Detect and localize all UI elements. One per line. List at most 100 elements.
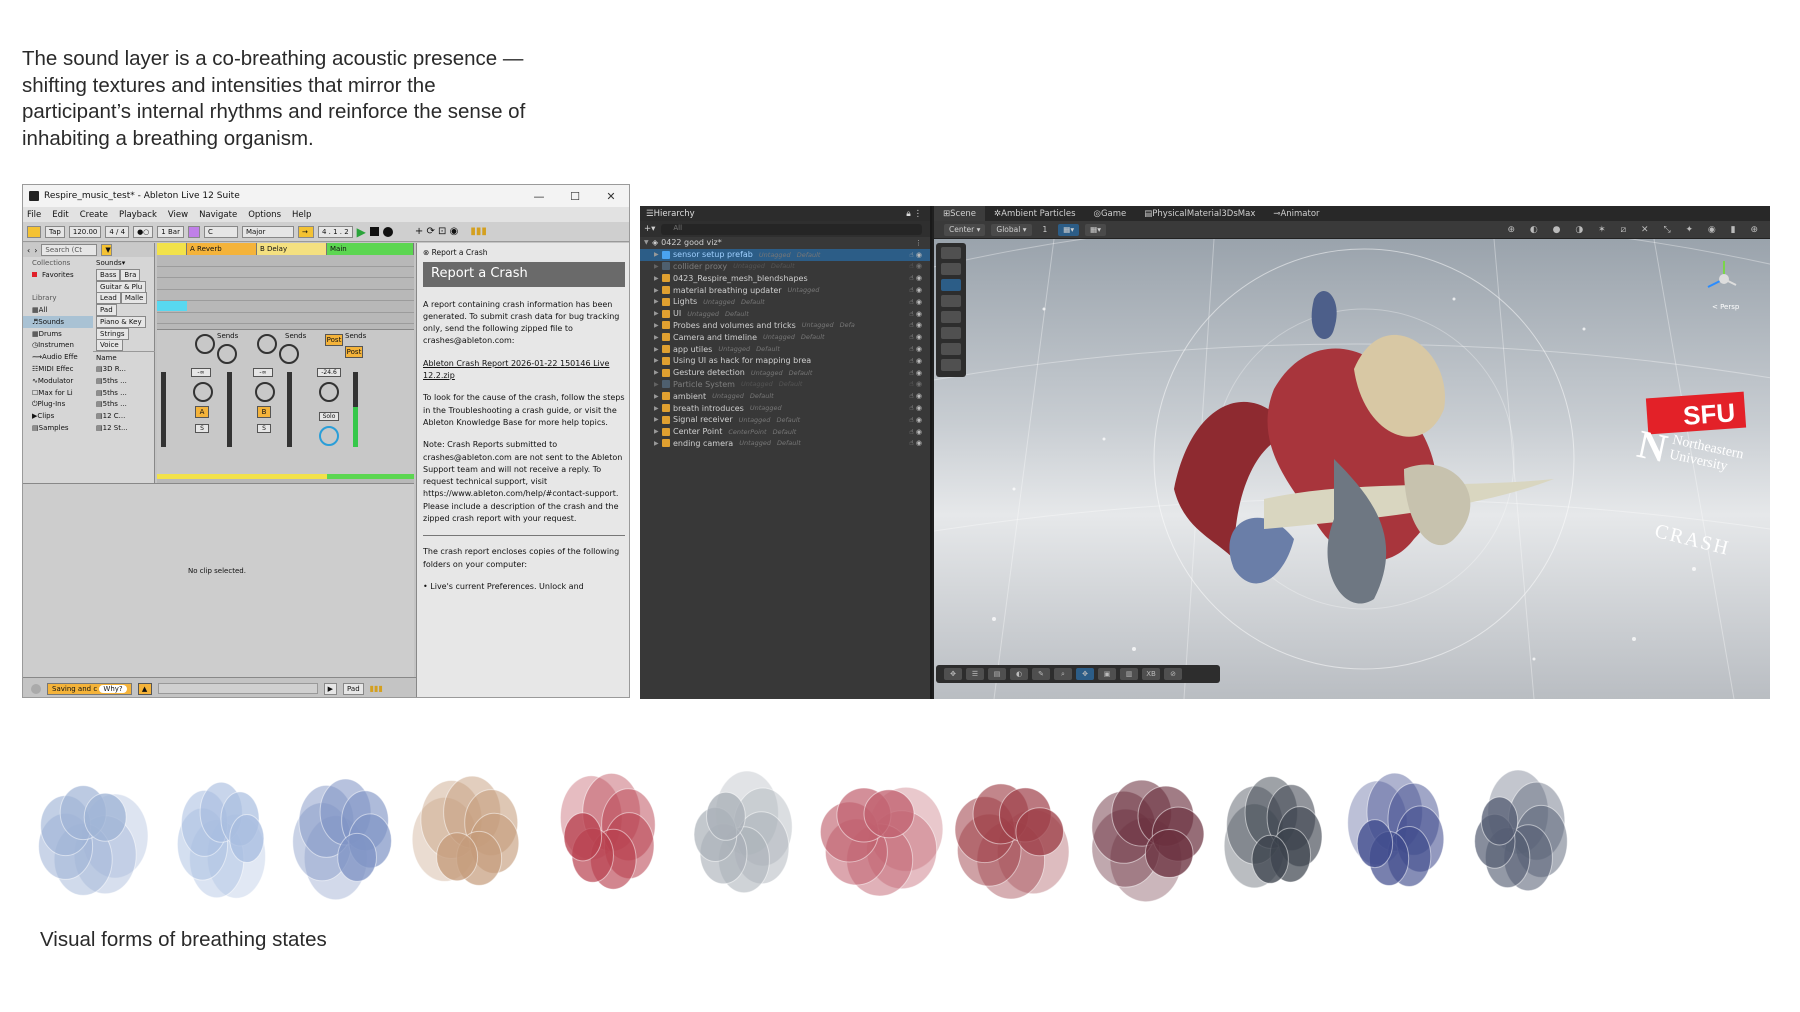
hierarchy-item[interactable]: ▶ material breathing updater Untagged ☝ ◉ [640, 284, 930, 296]
hierarchy-item[interactable]: ▶ Center Point CenterPoint Default ☝ ◉ [640, 426, 930, 438]
hierarchy-item[interactable]: ▶ sensor setup prefab Untagged Default ☝ ◉ [640, 248, 930, 261]
move-icon[interactable]: ✥ [944, 668, 962, 680]
expand-arrow-icon[interactable]: ▶ [654, 346, 662, 353]
persp-label[interactable]: < Persp [1712, 303, 1739, 311]
tab-scene[interactable]: ⊞ Scene [934, 206, 986, 221]
hierarchy-item[interactable]: ▶ breath introduces Untagged ☝ ◉ [640, 402, 930, 414]
pivot-select[interactable]: Center ▾ [944, 223, 986, 236]
hierarchy-item[interactable]: ▶ Probes and volumes and tricks Untagged De… [640, 320, 930, 332]
link-button[interactable] [27, 225, 41, 238]
track-header-1[interactable] [157, 243, 187, 255]
tab-animator[interactable]: ⊸ Animator [1264, 206, 1328, 221]
visibility-icon[interactable]: ☝ ◉ [909, 310, 922, 318]
name-column-header[interactable]: Name [93, 351, 155, 363]
visibility-icon[interactable]: ☝ ◉ [909, 274, 922, 282]
hierarchy-item[interactable]: ▶ UI Untagged Default ☝ ◉ [640, 308, 930, 320]
track-header-main[interactable]: Main [327, 243, 414, 255]
visibility-icon[interactable]: ☝ ◉ [909, 416, 922, 424]
orbit-icon[interactable]: ◐ [1010, 668, 1028, 680]
send-knob[interactable] [217, 344, 237, 364]
scale-select[interactable]: Major [241, 225, 294, 238]
record-icon[interactable] [382, 226, 393, 237]
send-knob[interactable] [257, 334, 277, 354]
category-guitar[interactable]: Guitar & Plu [96, 280, 147, 293]
stop-icon[interactable] [369, 227, 379, 236]
tab-physical-material[interactable]: ▤ PhysicalMaterial3DsMax [1135, 206, 1264, 221]
grid-snap-field[interactable]: 1 [1038, 224, 1053, 236]
visibility-icon[interactable]: ☝ ◉ [909, 357, 922, 365]
category-piano[interactable]: Piano & Key [96, 315, 146, 328]
expand-arrow-icon[interactable]: ▶ [654, 405, 662, 412]
minimize-icon[interactable]: — [521, 190, 557, 203]
hierarchy-item[interactable]: ▶ collider proxy Untagged Default ☝ ◉ [640, 261, 930, 273]
saving-status[interactable]: Saving and c Why? [47, 682, 132, 695]
move-tool-icon[interactable] [941, 279, 961, 291]
clip-slot-row[interactable] [157, 255, 414, 267]
tap-button[interactable]: Tap [45, 225, 65, 238]
back-icon[interactable]: ‹ [27, 246, 30, 255]
add-icon[interactable]: +▾ [644, 224, 655, 234]
bpm-field[interactable]: 120.00 [68, 225, 102, 238]
category-strings[interactable]: Strings [96, 327, 129, 340]
library-item-clips[interactable]: ▶ Clips [23, 410, 93, 422]
camera-icon[interactable]: ▣ [1098, 668, 1116, 680]
building-icon[interactable]: ▥ [1120, 668, 1138, 680]
expand-arrow-icon[interactable]: ▶ [654, 322, 662, 329]
meter-field[interactable]: 4 / 4 [105, 225, 130, 238]
xb-button[interactable]: XB [1142, 668, 1160, 680]
menu-options[interactable]: Options [248, 210, 281, 220]
track-header-delay[interactable]: B Delay [257, 243, 327, 255]
volume-readout[interactable]: -∞ [191, 368, 211, 377]
visibility-icon[interactable]: ☝ ◉ [909, 380, 922, 388]
menu-view[interactable]: View [168, 210, 188, 220]
custom-tool-icon[interactable] [941, 359, 961, 371]
space-select[interactable]: Global ▾ [991, 223, 1032, 236]
hierarchy-item[interactable]: ▶ ambient Untagged Default ☝ ◉ [640, 390, 930, 402]
expand-arrow-icon[interactable]: ▶ [654, 393, 662, 400]
visibility-icon[interactable]: ☝ ◉ [909, 298, 922, 306]
clip-slot-row[interactable] [157, 313, 414, 324]
hierarchy-tab[interactable]: ☰ Hierarchy 🔒︎ ⋮ [640, 206, 930, 221]
library-item-drums[interactable]: ▦ Drums [23, 328, 93, 340]
snap-icon[interactable]: ▦▾ [1085, 223, 1106, 236]
track-header-reverb[interactable]: A Reverb [187, 243, 257, 255]
lock-icon[interactable]: 🔒︎ ⋮ [906, 209, 922, 219]
library-item-max-for-live[interactable]: ☐ Max for Li [23, 387, 93, 399]
library-item-audio-effects[interactable]: ⟿ Audio Effe [23, 351, 93, 363]
hierarchy-item[interactable]: ▶ Using UI as hack for mapping brea ☝ ◉ [640, 355, 930, 367]
pan-knob[interactable] [319, 382, 339, 402]
category-pad[interactable]: Pad [96, 304, 117, 316]
cue-knob[interactable] [319, 426, 339, 446]
clip-slot-row[interactable] [157, 290, 414, 301]
why-button[interactable]: Why? [99, 684, 127, 693]
file-item[interactable]: ▤ 5ths ... [93, 399, 155, 411]
expand-arrow-icon[interactable]: ▶ [654, 369, 662, 376]
expand-arrow-icon[interactable]: ▶ [654, 416, 662, 423]
close-pane-icon[interactable]: ⊗ [423, 248, 432, 257]
expand-arrow-icon[interactable]: ▶ [654, 440, 662, 447]
brush-icon[interactable]: ✎ [1032, 668, 1050, 680]
expand-arrow-icon[interactable]: ▶ [654, 334, 662, 341]
play-icon[interactable]: ▶ [357, 225, 366, 239]
hierarchy-item[interactable]: ▶ Gesture detection Untagged Default ☝ ◉ [640, 367, 930, 379]
visibility-icon[interactable]: ☝ ◉ [909, 333, 922, 341]
visibility-icon[interactable]: ☝ ◉ [909, 392, 922, 400]
expand-arrow-icon[interactable]: ▶ [654, 287, 662, 294]
expand-arrow-icon[interactable]: ▶ [654, 263, 662, 270]
category-mallets[interactable]: Malle [120, 292, 148, 305]
file-item[interactable]: ▤ 5ths ... [93, 375, 155, 387]
tab-game[interactable]: ◎ Game [1085, 206, 1136, 221]
compass-icon[interactable]: ⊘ [1164, 668, 1182, 680]
rect-tool-icon[interactable] [941, 327, 961, 339]
library-item-all[interactable]: ▦ All [23, 304, 93, 316]
solo-main-button[interactable]: Solo [319, 412, 339, 421]
hierarchy-item[interactable]: ▶ Particle System Untagged Default ☝ ◉ [640, 379, 930, 391]
menu-navigate[interactable]: Navigate [199, 210, 237, 220]
hierarchy-item[interactable]: ▶ app utiles Untagged Default ☝ ◉ [640, 343, 930, 355]
solo-button[interactable]: S [257, 424, 271, 433]
options-icon[interactable]: ⋮ [915, 239, 922, 247]
browser-search-input[interactable]: Search (Ct [41, 244, 98, 256]
terrain-icon[interactable]: ▤ [988, 668, 1006, 680]
visibility-icon[interactable]: ☝ ◉ [909, 369, 922, 377]
layers-icon[interactable]: ☰ [966, 668, 984, 680]
